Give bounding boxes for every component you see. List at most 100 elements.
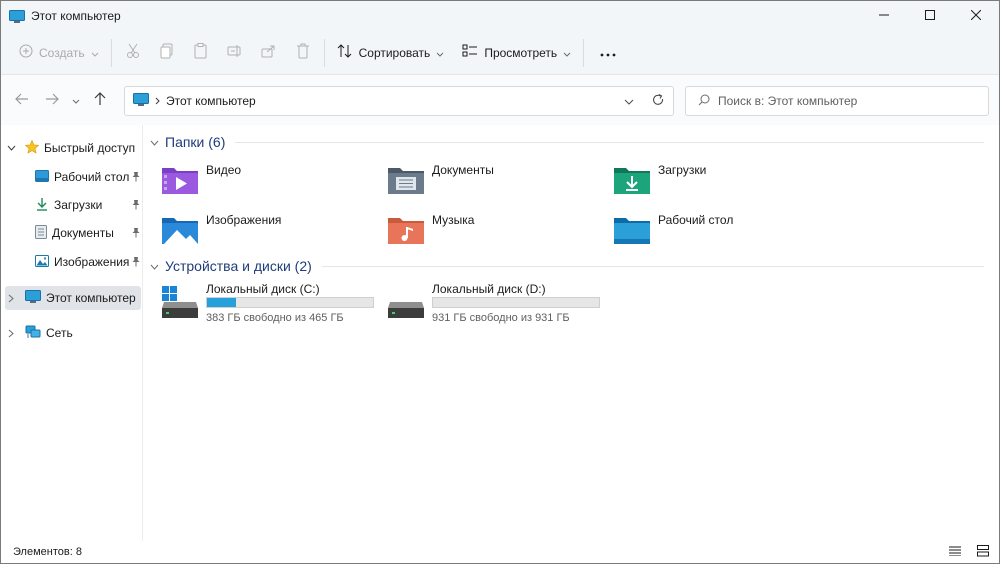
drive-usage-bar [432, 297, 600, 308]
system-drive-icon [160, 284, 200, 324]
folder-tile-desktop[interactable]: Рабочий стол [612, 207, 832, 251]
item-count: Элементов: 8 [13, 546, 82, 558]
refresh-button[interactable] [643, 93, 673, 109]
chevron-right-icon[interactable] [5, 294, 17, 303]
navigation-bar: Этот компьютер Поиск в: Этот компьютер [1, 75, 999, 125]
drive-usage-bar [206, 297, 374, 308]
sidebar-item-label: Сеть [46, 326, 73, 340]
arrow-left-icon [15, 93, 29, 108]
close-icon [970, 9, 982, 23]
rename-icon [227, 44, 243, 61]
maximize-button[interactable] [907, 1, 953, 31]
drives-group-header[interactable]: Устройства и диски (2) [144, 255, 994, 277]
address-bar[interactable]: Этот компьютер [124, 86, 674, 116]
cut-icon [126, 43, 140, 62]
desktop-icon [35, 169, 49, 185]
paste-button[interactable] [184, 37, 218, 69]
drive-label: Локальный диск (C:) [206, 282, 320, 296]
chevron-down-icon [91, 46, 99, 60]
recent-locations-button[interactable] [67, 85, 85, 115]
arrow-up-icon [94, 91, 106, 109]
drive-usage-fill [207, 298, 237, 307]
cut-button[interactable] [116, 37, 150, 69]
folders-group-header[interactable]: Папки (6) [144, 131, 994, 153]
back-button[interactable] [7, 85, 37, 115]
plus-circle-icon [19, 44, 33, 61]
folder-tile-downloads[interactable]: Загрузки [612, 157, 832, 201]
sidebar-item-quick-access[interactable]: Быстрый доступ [5, 136, 141, 160]
navigation-pane: Быстрый доступ Рабочий стол Загрузки Док… [1, 125, 143, 541]
group-divider [235, 141, 984, 143]
forward-button[interactable] [37, 85, 67, 115]
this-pc-icon [25, 289, 41, 307]
search-icon [698, 94, 710, 109]
drive-label: Локальный диск (D:) [432, 282, 546, 296]
sidebar-item-label: Быстрый доступ [44, 141, 136, 155]
sidebar-item-label: Изображения [54, 255, 130, 269]
content-pane: Папки (6) Видео Документы Загрузки Изобр… [144, 125, 999, 541]
sidebar-item-network[interactable]: Сеть [5, 321, 141, 345]
more-icon [600, 46, 616, 60]
delete-button[interactable] [286, 37, 320, 69]
desktop-folder-icon [612, 209, 652, 249]
pictures-folder-icon [160, 209, 200, 249]
view-label: Просмотреть [484, 45, 558, 60]
rename-button[interactable] [218, 37, 252, 69]
address-history-button[interactable] [615, 94, 643, 108]
share-icon [261, 44, 277, 61]
folder-tile-documents[interactable]: Документы [386, 157, 606, 201]
folder-label: Видео [206, 163, 242, 177]
toolbar-divider [110, 38, 112, 67]
sort-icon [337, 44, 353, 61]
folder-tile-music[interactable]: Музыка [386, 207, 606, 251]
sidebar-item-downloads[interactable]: Загрузки [5, 193, 141, 217]
drive-free-space: 931 ГБ свободно из 931 ГБ [432, 312, 570, 324]
sidebar-item-desktop[interactable]: Рабочий стол [5, 165, 141, 189]
documents-icon [35, 224, 47, 242]
this-pc-icon [133, 92, 149, 110]
sidebar-item-pictures[interactable]: Изображения [5, 250, 141, 274]
sidebar-item-label: Рабочий стол [54, 170, 130, 184]
chevron-right-icon[interactable] [5, 329, 17, 338]
title-bar: Этот компьютер [1, 1, 999, 31]
pin-icon [131, 199, 141, 213]
pin-icon [131, 227, 141, 241]
close-button[interactable] [953, 1, 999, 31]
view-button[interactable]: Просмотреть [454, 37, 579, 69]
more-button[interactable] [588, 37, 628, 69]
up-button[interactable] [85, 85, 115, 115]
tiles-view-button[interactable] [973, 544, 993, 560]
sort-button[interactable]: Сортировать [329, 37, 453, 69]
folder-tile-pictures[interactable]: Изображения [160, 207, 380, 251]
breadcrumb[interactable]: Этот компьютер [166, 94, 256, 108]
view-switcher [937, 544, 993, 560]
share-button[interactable] [252, 37, 286, 69]
sidebar-item-this-pc[interactable]: Этот компьютер [5, 286, 141, 310]
drive-tile-c[interactable]: Локальный диск (C:) 383 ГБ свободно из 4… [144, 282, 374, 328]
command-bar: Создать Сортировать Просмотреть [1, 31, 999, 75]
folder-tile-videos[interactable]: Видео [160, 157, 380, 201]
chevron-down-icon [150, 135, 159, 149]
details-view-icon [949, 545, 961, 559]
tiles-view-icon [977, 544, 989, 560]
copy-icon [160, 43, 174, 62]
this-pc-icon [9, 9, 25, 23]
sidebar-item-documents[interactable]: Документы [5, 221, 141, 245]
delete-icon [296, 43, 310, 62]
pin-icon [131, 171, 141, 185]
details-view-button[interactable] [945, 544, 965, 560]
network-icon [25, 325, 41, 342]
drive-tile-d[interactable]: Локальный диск (D:) 931 ГБ свободно из 9… [370, 282, 600, 328]
view-icon [462, 44, 478, 61]
address-actions [615, 87, 673, 115]
chevron-down-icon[interactable] [5, 145, 17, 151]
pictures-icon [35, 254, 49, 270]
window-controls [861, 1, 999, 31]
copy-button[interactable] [150, 37, 184, 69]
status-bar: Элементов: 8 [1, 541, 999, 563]
minimize-button[interactable] [861, 1, 907, 31]
create-button[interactable]: Создать [11, 37, 107, 69]
group-divider [321, 265, 984, 267]
sort-label: Сортировать [358, 45, 431, 60]
search-input[interactable]: Поиск в: Этот компьютер [685, 86, 989, 116]
